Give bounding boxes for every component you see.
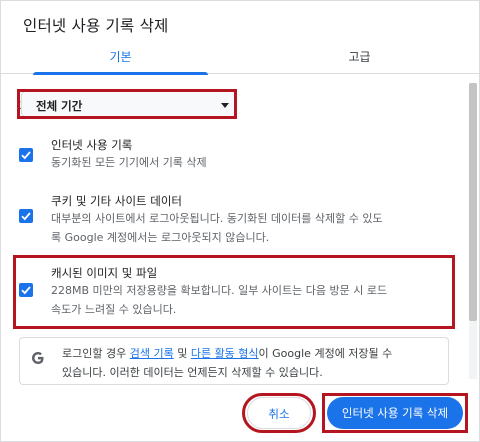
option-title: 캐시된 이미지 및 파일 <box>51 266 158 280</box>
search-history-link[interactable]: 검색 기록 <box>130 347 174 360</box>
info-text-part: 이 Google 계정에 저장될 수 <box>258 347 393 360</box>
option-cookies: 쿠키 및 기타 사이트 데이터 대부분의 사이트에서 로그아웃됩니다. 동기화된… <box>19 189 439 253</box>
check-icon <box>21 151 31 160</box>
option-title: 쿠키 및 기타 사이트 데이터 <box>51 194 183 208</box>
option-browsing-history: 인터넷 사용 기록 동기화된 모든 기기에서 기록 삭제 <box>19 133 439 175</box>
content-scrollbar[interactable] <box>469 83 477 379</box>
other-activity-link[interactable]: 다른 활동 형식 <box>191 347 259 360</box>
check-icon <box>21 212 31 221</box>
dialog-title: 인터넷 사용 기록 삭제 <box>23 17 169 35</box>
option-description: 228MB 미만의 저장용량을 확보합니다. 일부 사이트는 다음 방문 시 로… <box>51 284 388 297</box>
dialog-footer: 취소 인터넷 사용 기록 삭제 <box>1 387 479 441</box>
option-cached-images: 캐시된 이미지 및 파일 228MB 미만의 저장용량을 확보합니다. 일부 사… <box>19 261 439 325</box>
option-title: 인터넷 사용 기록 <box>51 138 133 152</box>
google-account-info-box: 로그인할 경우 검색 기록 및 다른 활동 형식이 Google 계정에 저장될… <box>19 337 449 385</box>
cookies-checkbox[interactable] <box>19 209 33 223</box>
dialog-content: 기간 전체 기간 인터넷 사용 기록 동기화된 모든 기기에서 기록 삭제 쿠키… <box>1 75 479 387</box>
info-text-part: 로그인할 경우 <box>62 347 130 360</box>
tab-advanced-label: 고급 <box>348 50 371 64</box>
tab-basic[interactable]: 기본 <box>1 41 240 75</box>
check-icon <box>21 286 31 295</box>
time-range-value: 전체 기간 <box>36 99 83 113</box>
option-description-line2: 록 Google 계정에서는 로그아웃되지 않습니다. <box>51 231 270 244</box>
browsing-history-checkbox[interactable] <box>19 148 33 162</box>
tab-advanced[interactable]: 고급 <box>240 41 479 74</box>
tab-bar: 기본 고급 <box>1 41 479 75</box>
option-description-line2: 속도가 느려질 수 있습니다. <box>51 303 177 316</box>
time-range-select[interactable]: 전체 기간 <box>21 91 237 117</box>
option-description: 대부분의 사이트에서 로그아웃됩니다. 동기화된 데이터를 삭제할 수 있도 <box>51 212 383 225</box>
scrollbar-thumb[interactable] <box>469 83 477 321</box>
info-text-part: 및 <box>173 347 191 360</box>
google-g-icon <box>32 352 44 364</box>
chevron-down-icon <box>221 103 229 108</box>
clear-browsing-data-dialog: 인터넷 사용 기록 삭제 기본 고급 기간 전체 기간 인터넷 사용 기록 동기… <box>0 0 480 442</box>
cancel-button[interactable]: 취소 <box>247 397 311 429</box>
tab-basic-label: 기본 <box>109 50 132 64</box>
info-text: 로그인할 경우 검색 기록 및 다른 활동 형식이 Google 계정에 저장될… <box>62 344 442 382</box>
info-text-line2: 있습니다. 이러한 데이터는 언제든지 삭제할 수 있습니다. <box>62 366 323 379</box>
clear-data-button[interactable]: 인터넷 사용 기록 삭제 <box>327 397 463 429</box>
option-description: 동기화된 모든 기기에서 기록 삭제 <box>51 156 207 169</box>
cached-images-checkbox[interactable] <box>19 283 33 297</box>
